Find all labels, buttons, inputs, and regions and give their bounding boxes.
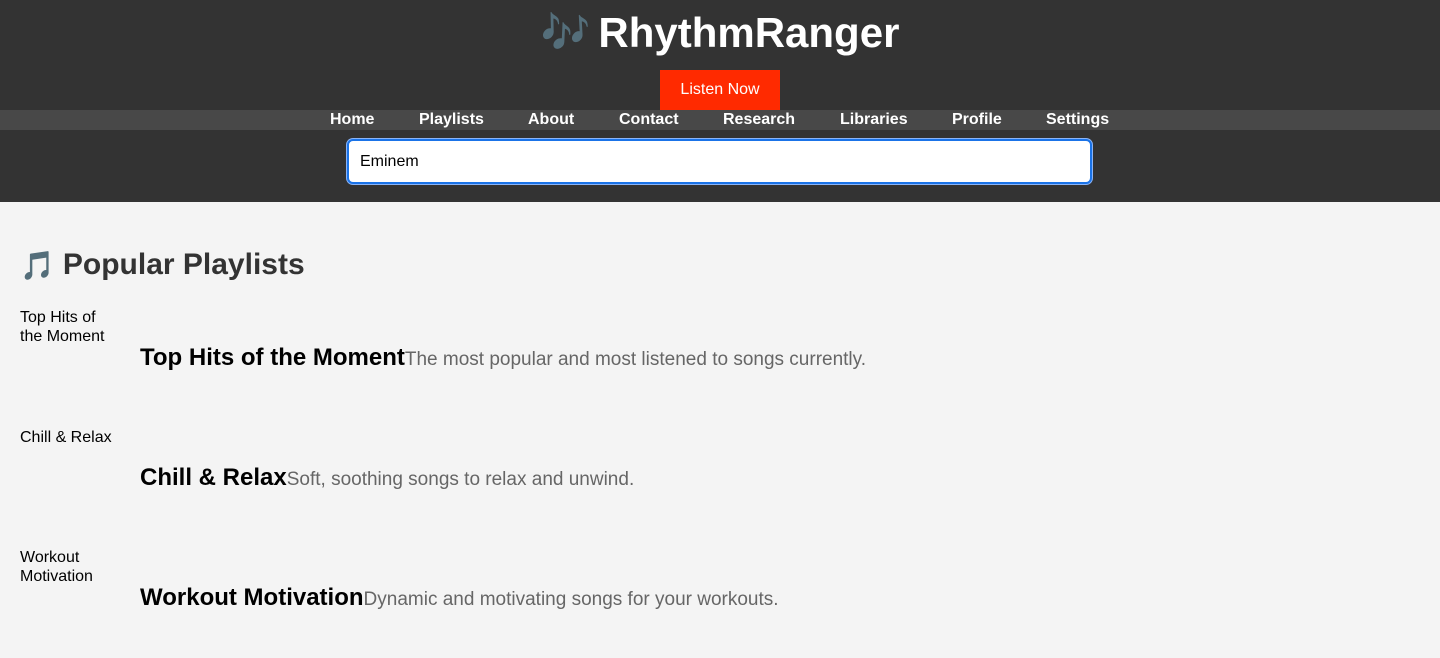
brand: 🎶 RhythmRanger — [0, 8, 1440, 58]
nav-contact[interactable]: Contact — [619, 110, 679, 130]
playlist-description: Soft, soothing songs to relax and unwind… — [286, 469, 635, 490]
nav-profile[interactable]: Profile — [952, 110, 1002, 130]
nav-about[interactable]: About — [528, 110, 574, 130]
playlist-image: Chill & Relax — [20, 429, 112, 446]
section-heading: 🎵 Popular Playlists — [20, 245, 305, 285]
nav-libraries[interactable]: Libraries — [840, 110, 908, 130]
playlist-image: Workout Motivation — [20, 549, 93, 585]
playlist-item[interactable]: Top Hits of the Moment Top Hits of the M… — [20, 308, 1420, 418]
playlist-title[interactable]: Chill & Relax — [140, 464, 287, 492]
nav-playlists[interactable]: Playlists — [419, 110, 484, 130]
site-title: RhythmRanger — [598, 9, 900, 56]
nav-home[interactable]: Home — [330, 110, 374, 130]
playlist-item[interactable]: Workout Motivation Workout Motivation Dy… — [20, 548, 1420, 658]
nav-settings[interactable]: Settings — [1046, 110, 1109, 130]
playlist-title[interactable]: Top Hits of the Moment — [140, 344, 405, 372]
music-note-icon: 🎵 — [20, 248, 55, 282]
playlist-description: Dynamic and motivating songs for your wo… — [363, 589, 779, 610]
playlist-info: Workout Motivation Dynamic and motivatin… — [140, 584, 779, 612]
music-notes-icon: 🎶 — [540, 10, 591, 56]
listen-now-button[interactable]: Listen Now — [660, 70, 780, 110]
section-title: Popular Playlists — [62, 248, 305, 281]
main-nav: Home Playlists About Contact Research Li… — [0, 110, 1440, 130]
site-header: 🎶 RhythmRanger Listen Now Home Playlists… — [0, 0, 1440, 202]
search-input[interactable] — [347, 139, 1092, 184]
playlist-image: Top Hits of the Moment — [20, 309, 105, 345]
playlist-title[interactable]: Workout Motivation — [140, 584, 364, 612]
playlist-info: Chill & Relax Soft, soothing songs to re… — [140, 464, 634, 492]
playlist-item[interactable]: Chill & Relax Chill & Relax Soft, soothi… — [20, 428, 1420, 538]
nav-research[interactable]: Research — [723, 110, 795, 130]
playlist-info: Top Hits of the Moment The most popular … — [140, 344, 866, 372]
playlist-description: The most popular and most listened to so… — [404, 349, 867, 370]
